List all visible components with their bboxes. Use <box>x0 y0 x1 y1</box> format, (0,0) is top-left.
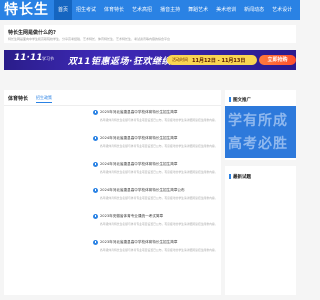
banner-tag: 学习节 <box>42 56 54 61</box>
news-title[interactable]: 2023年安徽省体育专业课统一考试简章 <box>100 214 163 219</box>
banner-headline: 双11钜惠返场·狂欢继续 <box>68 57 171 67</box>
play-icon <box>93 214 98 219</box>
nav-item-exams[interactable]: 招生考试 <box>72 0 100 20</box>
nav-item-broadcasting[interactable]: 播音主持 <box>156 0 184 20</box>
list-item[interactable]: 2023年安徽省体育专业课统一考试简章 各年级体育特长生名额与体育专业项目设置已… <box>4 214 221 240</box>
site-logo[interactable]: 特长生 <box>4 1 49 19</box>
news-title[interactable]: 2025年河北省唐县高中学校体育特长生招生简章 <box>100 110 177 115</box>
main-nav: 首页 招生考试 体育特长 艺术高招 播音主持 舞蹈艺术 美术培训 新闻动态 艺术… <box>54 0 296 20</box>
news-desc: 各年级体育特长生名额与体育专业项目设置已公布，有意报考的学生请详细阅读招生简章内… <box>100 196 218 200</box>
nav-item-fine-arts[interactable]: 美术培训 <box>212 0 240 20</box>
news-title[interactable]: 2024年河北省唐县高中学校体育特长生招生简章 <box>100 162 177 167</box>
promo-line-2: 高考必胜 <box>228 136 288 152</box>
news-desc: 各年级体育特长生名额与体育专业项目设置已公布，有意报考的学生请详细阅读招生简章内… <box>100 144 218 148</box>
card-header: 体育特长 招生政策 <box>4 90 221 106</box>
play-icon <box>93 136 98 141</box>
news-title[interactable]: 2024年河北省唐县高中学校体育特长生招生简章 <box>100 136 177 141</box>
news-desc: 各年级体育特长生名额与体育专业项目设置已公布，有意报考的学生请详细阅读招生简章内… <box>100 222 218 226</box>
banner-time-value: 11月12日 - 11月13日 <box>192 57 246 64</box>
list-item[interactable]: 2025年河北省唐县高中学校体育特长生招生简章 各年级体育特长生名额与体育专业项… <box>4 110 221 136</box>
sports-news-card: 体育特长 招生政策 2025年河北省唐县高中学校体育特长生招生简章 各年级体育特… <box>4 90 221 295</box>
news-desc: 各年级体育特长生名额与体育专业项目设置已公布，有意报考的学生请详细阅读招生简章内… <box>100 170 218 174</box>
site-header: 特长生 首页 招生考试 体育特长 艺术高招 播音主持 舞蹈艺术 美术培训 新闻动… <box>0 0 300 20</box>
list-item[interactable]: 2024年河北省唐县高中学校体育特长生招生简章 各年级体育特长生名额与体育专业项… <box>4 136 221 162</box>
section-marker <box>229 174 231 179</box>
latest-questions-card: 最新试题 <box>225 166 296 295</box>
intro-card: 特长生网是做什么的? 特长生网是面向中学生和高职院校学生，分享高考经验、艺术特长… <box>4 25 296 43</box>
play-icon <box>93 110 98 115</box>
intro-title: 特长生网是做什么的? <box>8 30 56 36</box>
image-promo-card: 图文推广 学有所成 高考必胜 <box>225 90 296 160</box>
promo-banner[interactable]: 11·11 学习节 双11钜惠返场·狂欢继续 活动时间 11月12日 - 11月… <box>4 50 296 70</box>
section-marker <box>229 97 231 102</box>
nav-item-dance[interactable]: 舞蹈艺术 <box>184 0 212 20</box>
news-title[interactable]: 2023年河北省唐县高中学校体育特长生招生简章 <box>100 240 177 245</box>
promo-line-1: 学有所成 <box>228 113 288 129</box>
nav-item-design[interactable]: 艺术设计 <box>268 0 296 20</box>
promo-title: 图文推广 <box>233 98 251 103</box>
list-item[interactable]: 2024年河北省唐县高中学校体育特长生招生简章公布 各年级体育特长生名额与体育专… <box>4 188 221 214</box>
news-desc: 各年级体育特长生名额与体育专业项目设置已公布，有意报考的学生请详细阅读招生简章内… <box>100 248 218 252</box>
intro-text: 特长生网是面向中学生和高职院校学生，分享高考经验、艺术特长、体育特长生、艺术特长… <box>8 37 171 41</box>
play-icon <box>93 188 98 193</box>
nav-item-sports[interactable]: 体育特长 <box>100 0 128 20</box>
banner-time-label: 活动时间 <box>172 57 188 62</box>
buy-now-button[interactable]: 立即抢购 <box>259 55 296 65</box>
promo-image[interactable]: 学有所成 高考必胜 <box>225 106 296 158</box>
nav-item-news[interactable]: 新闻动态 <box>240 0 268 20</box>
banner-time-pill: 活动时间 11月12日 - 11月13日 <box>167 55 257 65</box>
tab-admission-policy[interactable]: 招生政策 <box>36 95 52 103</box>
list-item[interactable]: 2024年河北省唐县高中学校体育特长生招生简章 各年级体育特长生名额与体育专业项… <box>4 162 221 188</box>
banner-1111-text: 11·11 <box>14 53 43 63</box>
news-desc: 各年级体育特长生名额与体育专业项目设置已公布，有意报考的学生请详细阅读招生简章内… <box>100 118 218 122</box>
list-item[interactable]: 2023年河北省唐县高中学校体育特长生招生简章 各年级体育特长生名额与体育专业项… <box>4 240 221 266</box>
play-icon <box>93 162 98 167</box>
news-title[interactable]: 2024年河北省唐县高中学校体育特长生招生简章公布 <box>100 188 185 193</box>
latest-title: 最新试题 <box>233 175 251 180</box>
play-icon <box>93 240 98 245</box>
card-title: 体育特长 <box>8 96 29 102</box>
nav-item-art-admission[interactable]: 艺术高招 <box>128 0 156 20</box>
nav-item-home[interactable]: 首页 <box>54 0 73 20</box>
news-list: 2025年河北省唐县高中学校体育特长生招生简章 各年级体育特长生名额与体育专业项… <box>4 110 221 266</box>
